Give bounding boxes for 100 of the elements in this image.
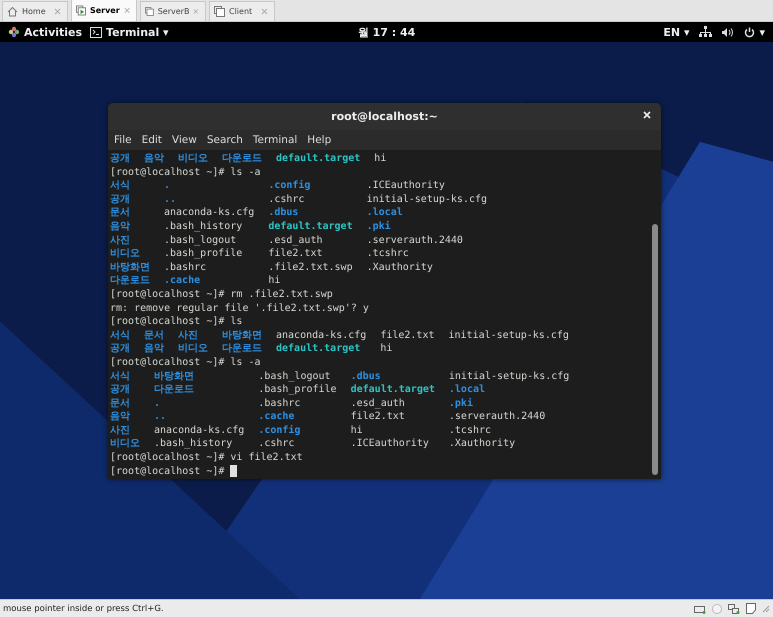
vm-tab[interactable]: Server: [71, 0, 137, 21]
link-name: default.target: [276, 152, 360, 166]
link-name: default.target: [350, 383, 435, 397]
file-name: .tcshrc: [448, 424, 492, 438]
window-title: root@localhost:~: [331, 110, 438, 123]
directory-name: 문서: [144, 328, 164, 342]
directory-name: 바탕화면: [222, 328, 262, 342]
directory-name: 음악: [110, 220, 131, 234]
file-name: .ICEauthority: [366, 179, 446, 193]
directory-name: 바탕화면: [110, 260, 150, 274]
link-name: default.target: [276, 342, 362, 356]
menu-item[interactable]: Search: [206, 134, 243, 146]
terminal-line: [root@localhost ~]# vi file2.txt: [110, 451, 303, 465]
file-name: .Xauthority: [366, 260, 434, 274]
file-name: file2.txt: [380, 328, 434, 342]
file-name: hi: [374, 152, 386, 166]
directory-name: .cache: [164, 274, 202, 288]
file-name: file2.txt: [350, 410, 406, 424]
flower-icon: [8, 26, 20, 38]
house-icon: [7, 6, 18, 17]
clock[interactable]: 월 17 : 44: [358, 24, 416, 40]
directory-name: 사진: [178, 328, 199, 342]
file-name: hi: [350, 424, 364, 438]
directory-name: 공개: [110, 383, 131, 397]
scrollbar-thumb[interactable]: [652, 224, 658, 475]
directory-name: 다운로드: [222, 152, 262, 166]
file-name: .tcshrc: [366, 247, 410, 261]
directory-name: 서식: [110, 370, 131, 384]
file-name: .bash_profile: [164, 247, 244, 261]
directory-name: 문서: [110, 206, 131, 220]
directory-name: .pki: [366, 220, 392, 234]
file-name: hi: [268, 274, 282, 288]
menu-item[interactable]: Edit: [142, 134, 162, 146]
file-name: anaconda-ks.cfg: [154, 424, 244, 438]
directory-name: 서식: [110, 328, 130, 342]
power-icon: [744, 26, 756, 38]
terminal-icon: [90, 26, 102, 38]
file-name: .esd_auth: [268, 234, 324, 248]
file-name: .bashrc: [164, 260, 208, 274]
menu-item[interactable]: Help: [307, 134, 332, 146]
directory-name: 사진: [110, 234, 131, 248]
file-name: .bash_profile: [258, 383, 337, 397]
file-name: anaconda-ks.cfg: [276, 328, 366, 342]
directory-name: 비디오: [110, 247, 141, 261]
file-name: .cshrc: [268, 192, 306, 206]
directory-name: 비디오: [178, 152, 208, 166]
file-name: initial-setup-ks.cfg: [448, 370, 570, 384]
directory-name: 음악: [144, 342, 164, 356]
directory-name: .dbus: [268, 206, 300, 220]
directory-name: .: [154, 396, 162, 410]
file-name: .Xauthority: [448, 437, 516, 452]
status-hint: mouse pointer inside or press Ctrl+G.: [3, 604, 165, 614]
menu-item[interactable]: Terminal: [252, 134, 298, 146]
input-source-menu[interactable]: EN ▾: [663, 26, 690, 38]
directory-name: 사진: [110, 424, 131, 438]
directory-name: .config: [268, 179, 312, 193]
app-menu[interactable]: Terminal ▾: [90, 26, 169, 38]
directory-name: .dbus: [350, 370, 382, 384]
file-name: file2.txt: [268, 247, 324, 261]
vm-tab[interactable]: Client: [209, 1, 275, 21]
terminal-line: [root@localhost ~]#: [110, 464, 226, 478]
file-name: .cshrc: [258, 437, 296, 452]
directory-name: 바탕화면: [154, 370, 195, 384]
disc-icon: [712, 604, 722, 614]
directory-name: 문서: [110, 396, 131, 410]
directory-name: .config: [258, 424, 302, 438]
directory-name: 다운로드: [154, 383, 195, 397]
directory-name: .cache: [258, 410, 296, 424]
activities-button[interactable]: Activities: [8, 26, 82, 38]
terminal-line: [root@localhost ~]# ls -a: [110, 166, 261, 180]
network-icon[interactable]: [699, 26, 712, 38]
file-name: initial-setup-ks.cfg: [448, 328, 569, 342]
terminal-line: rm: remove regular file '.file2.txt.swp'? y: [110, 302, 369, 316]
file-name: .serverauth.2440: [366, 234, 464, 248]
directory-name: 음악: [110, 410, 131, 424]
directory-name: 서식: [110, 179, 131, 193]
directory-name: ..: [164, 192, 178, 206]
vm-tab[interactable]: ServerB: [140, 1, 206, 21]
system-menu[interactable]: ▾: [744, 26, 766, 38]
file-name: .bash_history: [164, 220, 244, 234]
directory-name: .: [164, 179, 172, 193]
file-name: .bash_history: [154, 437, 234, 452]
directory-name: .pki: [448, 396, 474, 410]
menu-item[interactable]: View: [172, 134, 197, 146]
terminal-line: [root@localhost ~]# ls: [110, 315, 242, 329]
network-adapter-icon: [728, 604, 740, 614]
directory-name: ..: [154, 410, 168, 424]
volume-icon[interactable]: [722, 26, 734, 38]
directory-name: .local: [366, 206, 404, 220]
menu-item[interactable]: File: [114, 134, 132, 146]
file-name: .bash_logout: [258, 370, 332, 384]
vm-tab[interactable]: Home: [2, 1, 68, 21]
window-icon: [145, 6, 154, 17]
file-name: .serverauth.2440: [448, 410, 546, 424]
directory-name: 비디오: [178, 342, 208, 356]
directory-name: 공개: [110, 192, 131, 206]
terminal-line: [root@localhost ~]# rm .file2.txt.swp: [110, 288, 333, 302]
file-name: hi: [380, 342, 394, 356]
running-vm-icon: [76, 5, 86, 16]
link-name: default.target: [268, 220, 353, 234]
